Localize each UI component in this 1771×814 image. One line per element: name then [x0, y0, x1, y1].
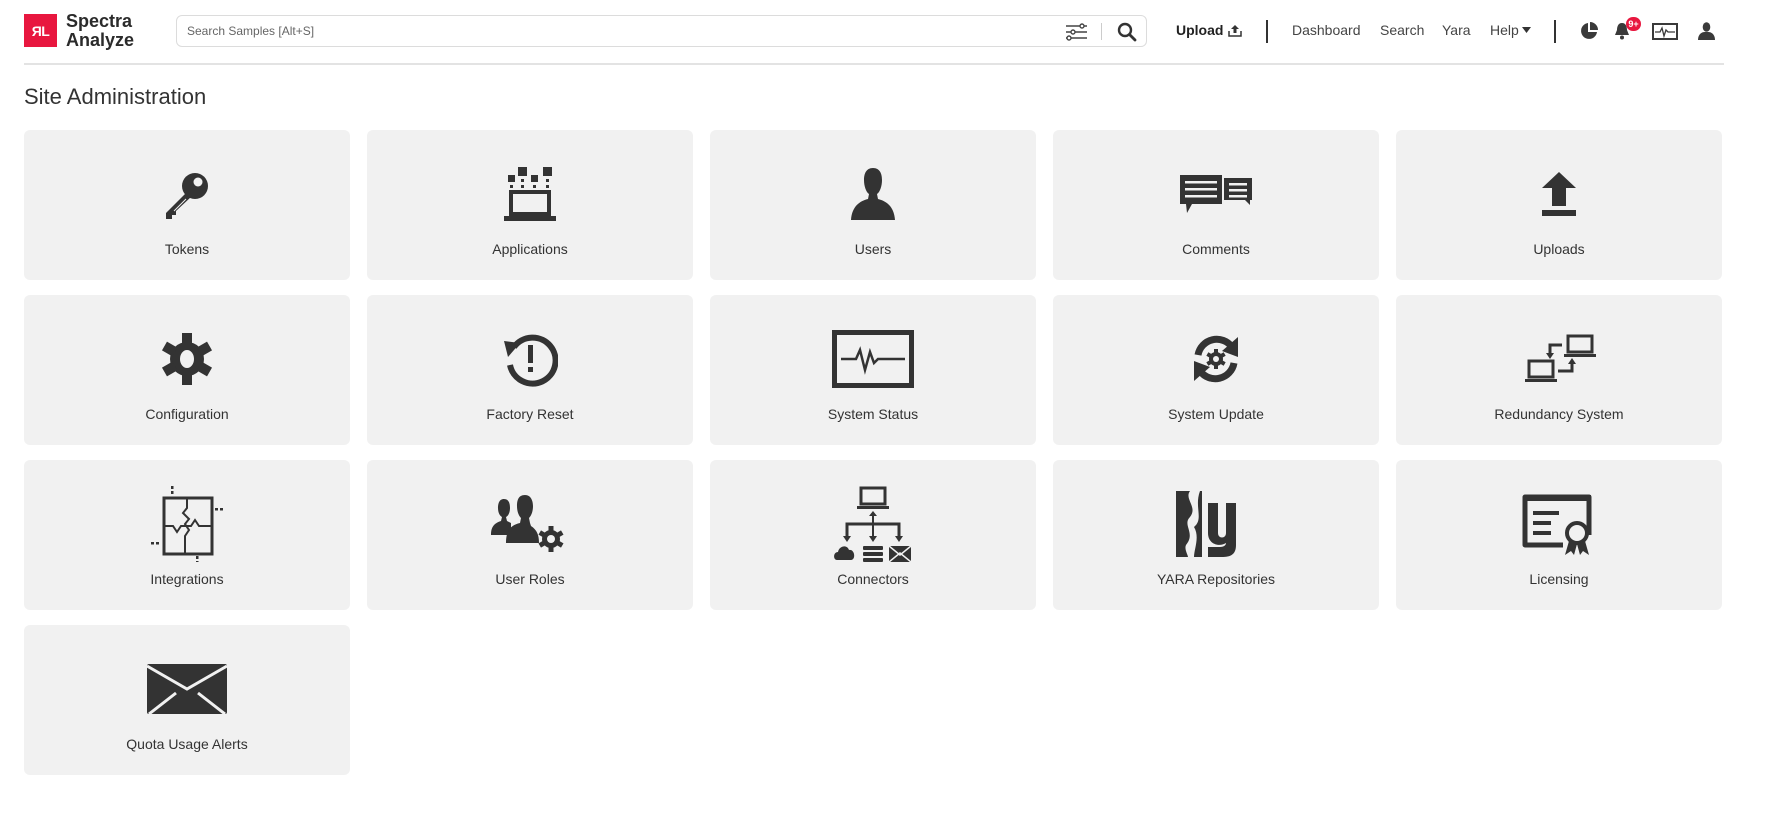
tile-connectors[interactable]: Connectors [710, 460, 1036, 610]
licensing-icon [1522, 494, 1592, 555]
system-monitor-icon[interactable] [1652, 23, 1678, 40]
upload-label: Upload [1176, 22, 1224, 38]
tile-label: Factory Reset [486, 406, 574, 422]
tile-integrations[interactable]: Integrations [24, 460, 350, 610]
page-title: Site Administration [24, 84, 207, 109]
tile-label: Redundancy System [1494, 406, 1624, 422]
tile-label: Applications [492, 241, 568, 257]
tile-user-roles[interactable]: User Roles [367, 460, 693, 610]
redundancy-icon [1525, 334, 1596, 382]
factory-reset-icon [504, 334, 558, 387]
top-header: ЯL Spectra Analyze Upload Dashboard Sear… [24, 0, 1724, 65]
user-icon [851, 168, 895, 220]
tile-label: Integrations [150, 571, 224, 587]
tile-licensing[interactable]: Licensing [1396, 460, 1722, 610]
tile-uploads[interactable]: Uploads [1396, 130, 1722, 280]
tile-label: User Roles [495, 571, 565, 587]
pie-chart-icon[interactable] [1580, 22, 1598, 40]
filter-sliders-icon[interactable] [1065, 23, 1087, 41]
tile-factory-reset[interactable]: Factory Reset [367, 295, 693, 445]
user-roles-icon [491, 495, 564, 552]
admin-tiles-grid: Tokens Applications Users Comments Uploa… [24, 130, 1722, 775]
tile-label: Tokens [164, 241, 210, 257]
envelope-icon [146, 664, 228, 715]
header-divider [1266, 20, 1268, 43]
brand-line-2: Analyze [66, 30, 135, 50]
tile-label: Users [854, 241, 892, 257]
tile-applications[interactable]: Applications [367, 130, 693, 280]
nav-help-label: Help [1490, 22, 1519, 38]
tile-comments[interactable]: Comments [1053, 130, 1379, 280]
nav-help[interactable]: Help [1490, 22, 1531, 38]
brand-name[interactable]: Spectra Analyze [66, 12, 134, 50]
caret-down-icon [1521, 27, 1531, 33]
nav-search[interactable]: Search [1380, 22, 1424, 38]
tile-yara-repositories[interactable]: YARA Repositories [1053, 460, 1379, 610]
logo-icon[interactable]: ЯL [24, 14, 57, 47]
yara-icon [1176, 491, 1236, 557]
user-icon[interactable] [1698, 22, 1715, 40]
nav-yara[interactable]: Yara [1442, 22, 1471, 38]
header-divider [1554, 20, 1556, 43]
tile-label: System Update [1168, 406, 1264, 422]
tile-label: Connectors [837, 571, 909, 587]
tile-label: YARA Repositories [1156, 571, 1275, 587]
connectors-icon [834, 486, 912, 562]
applications-icon [504, 167, 556, 221]
tile-label: Configuration [145, 406, 229, 422]
tile-quota-usage-alerts[interactable]: Quota Usage Alerts [24, 625, 350, 775]
tile-label: Licensing [1529, 571, 1589, 587]
tile-system-status[interactable]: System Status [710, 295, 1036, 445]
system-update-icon [1194, 335, 1238, 383]
search-icon[interactable] [1117, 22, 1137, 42]
key-icon [166, 173, 208, 219]
brand-line-1: Spectra [66, 11, 133, 31]
search-input[interactable] [187, 16, 1067, 46]
integrations-icon [151, 486, 223, 562]
upload-tray-icon [1228, 24, 1243, 37]
upload-icon [1542, 172, 1576, 216]
tile-tokens[interactable]: Tokens [24, 130, 350, 280]
tile-system-update[interactable]: System Update [1053, 295, 1379, 445]
gear-icon [161, 333, 213, 385]
search-divider [1101, 23, 1102, 40]
system-status-icon [832, 330, 914, 388]
nav-dashboard[interactable]: Dashboard [1292, 22, 1361, 38]
tile-label: System Status [827, 406, 919, 422]
comments-icon [1180, 175, 1252, 213]
tile-redundancy-system[interactable]: Redundancy System [1396, 295, 1722, 445]
upload-button[interactable]: Upload [1176, 22, 1243, 38]
notification-badge: 9+ [1626, 17, 1641, 31]
tile-users[interactable]: Users [710, 130, 1036, 280]
tile-label: Uploads [1533, 241, 1585, 257]
tile-label: Quota Usage Alerts [126, 736, 248, 752]
tile-configuration[interactable]: Configuration [24, 295, 350, 445]
search-box [176, 15, 1147, 47]
tile-label: Comments [1182, 241, 1250, 257]
